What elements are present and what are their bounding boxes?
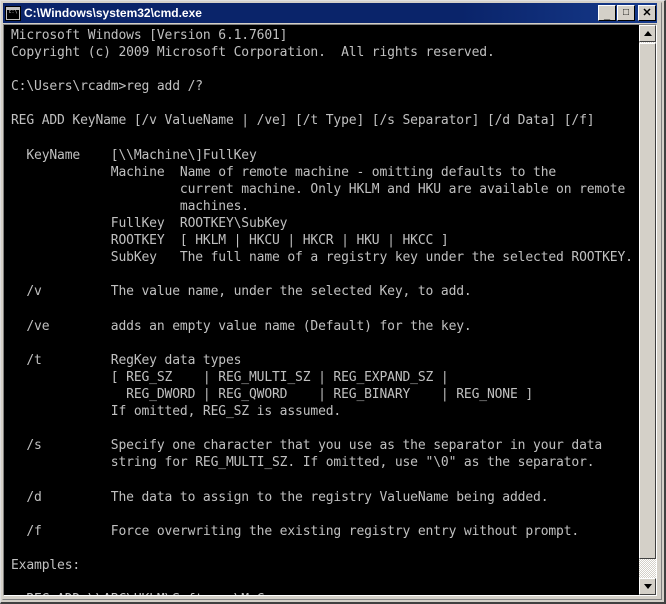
minimize-icon: _ <box>603 9 611 21</box>
console-output[interactable]: Microsoft Windows [Version 6.1.7601] Cop… <box>4 25 639 595</box>
scroll-up-arrow-icon[interactable] <box>639 25 656 42</box>
maximize-icon: □ <box>622 7 630 18</box>
window-title: C:\Windows\system32\cmd.exe <box>24 6 202 20</box>
close-button[interactable]: ✕ <box>638 5 656 21</box>
console-client-area[interactable]: Microsoft Windows [Version 6.1.7601] Cop… <box>3 24 657 596</box>
scroll-down-arrow-icon[interactable] <box>639 578 656 595</box>
cmd-console-icon <box>5 5 21 21</box>
minimize-button[interactable]: _ <box>598 5 616 21</box>
close-icon: ✕ <box>642 7 652 19</box>
maximize-button[interactable]: □ <box>617 5 635 21</box>
cmd-window: C:\Windows\system32\cmd.exe _ □ ✕ Micros… <box>0 0 666 604</box>
title-bar[interactable]: C:\Windows\system32\cmd.exe _ □ ✕ <box>3 3 657 23</box>
vertical-scrollbar[interactable] <box>639 25 656 595</box>
scrollbar-thumb[interactable] <box>639 43 656 559</box>
